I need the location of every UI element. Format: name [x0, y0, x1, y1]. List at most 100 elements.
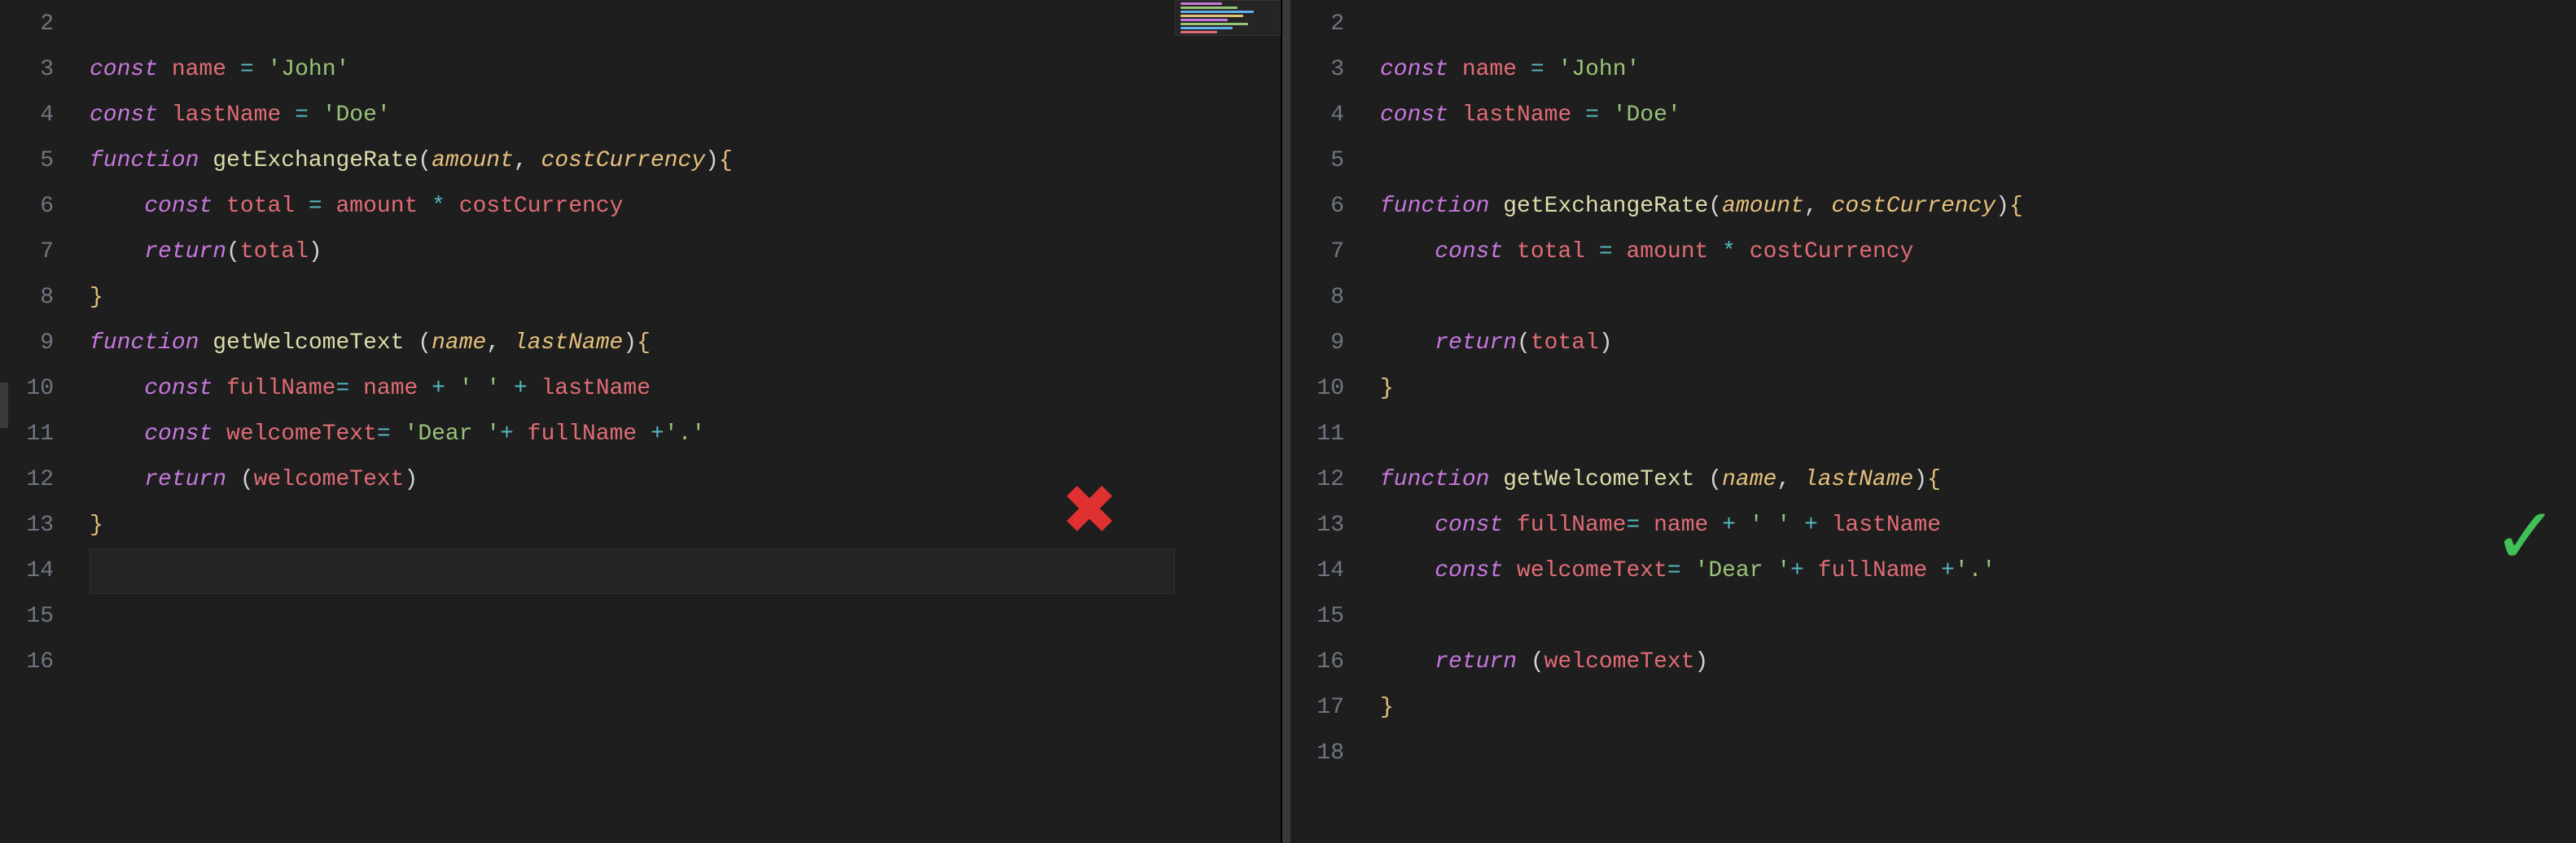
token-var: costCurrency [1750, 239, 1914, 264]
line-content[interactable]: return(total) [1380, 321, 2576, 366]
code-line[interactable]: 7 const total = amount * costCurrency [1290, 229, 2576, 275]
token-var: amount [336, 194, 418, 219]
line-content[interactable]: return(total) [90, 229, 1281, 275]
token-pun [1804, 558, 1818, 583]
line-number: 6 [1290, 184, 1380, 229]
line-content[interactable]: const lastName = 'Doe' [90, 93, 1281, 138]
line-content[interactable]: const lastName = 'Doe' [1380, 93, 2576, 138]
token-kw: const [1435, 239, 1503, 264]
token-var: welcomeText [1517, 558, 1667, 583]
line-content[interactable]: function getExchangeRate(amount, costCur… [1380, 184, 2576, 229]
code-line[interactable]: 4const lastName = 'Doe' [0, 93, 1281, 138]
code-line[interactable]: 16 return (welcomeText) [1290, 640, 2576, 685]
token-pun [391, 422, 405, 447]
line-content[interactable]: } [1380, 685, 2576, 731]
token-pun [309, 103, 322, 128]
token-param: costCurrency [541, 148, 706, 173]
token-var: amount [1627, 239, 1709, 264]
code-line[interactable]: 2 [0, 2, 1281, 47]
line-content[interactable]: const welcomeText= 'Dear '+ fullName +'.… [90, 412, 1281, 457]
line-content[interactable]: const fullName= name + ' ' + lastName [90, 366, 1281, 412]
line-content[interactable]: const fullName= name + ' ' + lastName [1380, 503, 2576, 548]
token-op: = [377, 422, 391, 447]
line-content[interactable]: function getWelcomeText (name, lastName)… [1380, 457, 2576, 503]
code-line[interactable]: 3const name = 'John' [0, 47, 1281, 93]
code-line[interactable]: 3const name = 'John' [1290, 47, 2576, 93]
code-line[interactable]: 16 [0, 640, 1281, 685]
code-line[interactable]: 15 [1290, 594, 2576, 640]
token-pun [90, 376, 144, 401]
code-line[interactable]: 11 [1290, 412, 2576, 457]
token-str: 'Dear ' [1695, 558, 1791, 583]
token-pun: ( [226, 467, 254, 492]
code-line[interactable]: 13 const fullName= name + ' ' + lastName [1290, 503, 2576, 548]
token-str: 'Doe' [322, 103, 391, 128]
code-line[interactable]: 8} [0, 275, 1281, 321]
line-content[interactable]: function getWelcomeText (name, lastName)… [90, 321, 1281, 366]
token-pun [1517, 57, 1531, 82]
line-content[interactable]: const total = amount * costCurrency [1380, 229, 2576, 275]
token-pun [1380, 558, 1435, 583]
code-line[interactable]: 15 [0, 594, 1281, 640]
code-line[interactable]: 14 const welcomeText= 'Dear '+ fullName … [1290, 548, 2576, 594]
editor-pane-left[interactable]: 23const name = 'John'4const lastName = '… [0, 0, 1282, 843]
code-line[interactable]: 9function getWelcomeText (name, lastName… [0, 321, 1281, 366]
code-line[interactable]: 18 [1290, 731, 2576, 776]
token-var: costCurrency [459, 194, 624, 219]
code-line[interactable]: 12function getWelcomeText (name, lastNam… [1290, 457, 2576, 503]
token-var: name [1462, 57, 1517, 82]
line-number: 7 [0, 229, 90, 275]
token-pun [637, 422, 651, 447]
token-pun [295, 194, 309, 219]
code-line[interactable]: 10} [1290, 366, 2576, 412]
token-kw: return [144, 239, 226, 264]
code-area-left[interactable]: 23const name = 'John'4const lastName = '… [0, 0, 1281, 685]
code-line[interactable]: 5function getExchangeRate(amount, costCu… [0, 138, 1281, 184]
editor-pane-right[interactable]: 23const name = 'John'4const lastName = '… [1290, 0, 2576, 843]
line-content[interactable]: const name = 'John' [1380, 47, 2576, 93]
code-line[interactable]: 2 [1290, 2, 2576, 47]
code-line[interactable]: 5 [1290, 138, 2576, 184]
code-area-right[interactable]: 23const name = 'John'4const lastName = '… [1290, 0, 2576, 776]
code-line[interactable]: 6 const total = amount * costCurrency [0, 184, 1281, 229]
code-line[interactable]: 10 const fullName= name + ' ' + lastName [0, 366, 1281, 412]
line-content[interactable]: } [90, 275, 1281, 321]
line-number: 9 [0, 321, 90, 366]
line-number: 8 [1290, 275, 1380, 321]
token-var: name [1654, 513, 1708, 538]
token-str: ' ' [459, 376, 500, 401]
line-content[interactable]: } [1380, 366, 2576, 412]
pane-splitter[interactable] [1282, 0, 1290, 843]
line-content[interactable]: const name = 'John' [90, 47, 1281, 93]
line-number: 12 [0, 457, 90, 503]
code-line[interactable]: 8 [1290, 275, 2576, 321]
token-op: + [1790, 558, 1804, 583]
code-line[interactable]: 17} [1290, 685, 2576, 731]
token-pun [281, 103, 295, 128]
line-number: 5 [0, 138, 90, 184]
token-pun: ) [1996, 194, 2009, 219]
token-var: fullName [1517, 513, 1626, 538]
token-op: = [1585, 103, 1599, 128]
token-pun [1708, 513, 1722, 538]
code-line[interactable]: 11 const welcomeText= 'Dear '+ fullName … [0, 412, 1281, 457]
line-content[interactable]: const total = amount * costCurrency [90, 184, 1281, 229]
token-pun [90, 194, 144, 219]
line-number: 8 [0, 275, 90, 321]
token-pun: ( [418, 148, 432, 173]
code-line[interactable]: 4const lastName = 'Doe' [1290, 93, 2576, 138]
line-content[interactable]: function getExchangeRate(amount, costCur… [90, 138, 1281, 184]
line-content[interactable]: return (welcomeText) [1380, 640, 2576, 685]
token-str: '.' [1955, 558, 1996, 583]
code-line[interactable]: 9 return(total) [1290, 321, 2576, 366]
code-line[interactable]: 6function getExchangeRate(amount, costCu… [1290, 184, 2576, 229]
line-content[interactable]: const welcomeText= 'Dear '+ fullName +'.… [1380, 548, 2576, 594]
token-brk: { [637, 330, 651, 356]
code-line[interactable]: 7 return(total) [0, 229, 1281, 275]
token-pun [1599, 103, 1613, 128]
token-pun [212, 194, 226, 219]
token-var: welcomeText [1544, 649, 1695, 675]
token-pun [1790, 513, 1804, 538]
token-pun: ) [309, 239, 322, 264]
token-pun [349, 376, 363, 401]
